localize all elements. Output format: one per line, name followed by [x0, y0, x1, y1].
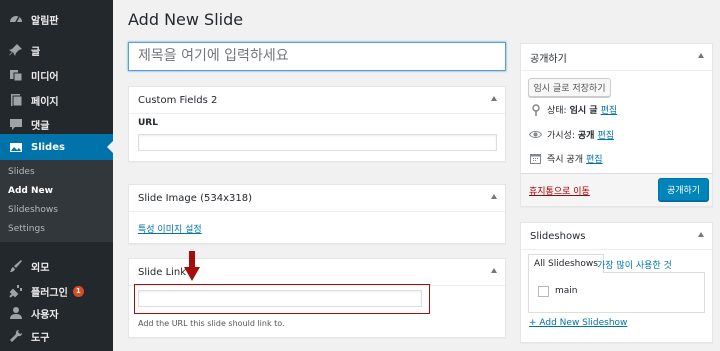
user-icon [7, 304, 25, 322]
publish-header[interactable]: 공개하기 [521, 44, 712, 71]
submenu-add-new[interactable]: Add New [8, 186, 53, 196]
slideshow-checkbox-main[interactable] [538, 286, 549, 297]
pin-icon [7, 41, 25, 59]
add-new-slideshow-link[interactable]: + Add New Slideshow [529, 318, 627, 328]
menu-label: 미디어 [31, 71, 59, 83]
title-input[interactable]: 제목을 여기에 입력하세요 [128, 42, 506, 71]
slide-image-box: Slide Image (534x318) 특성 이미지 설정 [128, 184, 506, 244]
menu-slides[interactable]: Slides [0, 134, 113, 160]
update-count-badge: 1 [72, 285, 84, 297]
page-icon [7, 91, 25, 109]
box-title: Slide Link [138, 266, 187, 278]
slides-submenu: Slides Add New Slideshows Settings [0, 160, 113, 242]
down-arrow-icon [184, 251, 200, 281]
schedule-row: 즉시 공개 편집 [529, 152, 603, 165]
slide-link-hint: Add the URL this slide should link to. [138, 319, 285, 328]
slides-icon [7, 138, 25, 156]
visibility-value: 공개 [577, 131, 595, 141]
publish-button[interactable]: 공개하기 [658, 178, 709, 201]
menu-media[interactable]: 미디어 [0, 62, 113, 88]
eye-icon [529, 128, 542, 141]
highlight-box [134, 284, 430, 314]
submenu-slides[interactable]: Slides [8, 167, 35, 177]
collapse-arrow-icon[interactable] [491, 268, 497, 273]
slideshows-header[interactable]: Slideshows [521, 223, 712, 250]
brush-icon [7, 257, 25, 275]
menu-dashboard[interactable]: 알림판 [0, 6, 113, 32]
visibility-edit-link[interactable]: 편집 [597, 128, 614, 141]
visibility-row: 가시성: 공개 편집 [529, 128, 614, 141]
collapse-arrow-icon[interactable] [698, 53, 704, 58]
custom-fields-header[interactable]: Custom Fields 2 [129, 87, 505, 114]
submenu-settings[interactable]: Settings [8, 224, 45, 234]
visibility-label: 가시성: [547, 131, 575, 141]
slide-image-header[interactable]: Slide Image (534x318) [129, 185, 505, 212]
collapse-arrow-icon[interactable] [698, 232, 704, 237]
status-edit-link[interactable]: 편집 [601, 103, 618, 116]
url-label: URL [138, 118, 158, 128]
menu-label: 글 [31, 46, 41, 58]
menu-label: 알림판 [31, 15, 59, 27]
menu-label: 플러그인 [31, 287, 68, 299]
slideshow-name-main: main [555, 286, 578, 296]
menu-label: 사용자 [31, 309, 59, 321]
set-featured-image-link[interactable]: 특성 이미지 설정 [138, 222, 202, 235]
wrench-icon [7, 327, 25, 345]
box-title: Slide Image (534x318) [138, 192, 252, 204]
collapse-arrow-icon[interactable] [491, 96, 497, 101]
menu-label: Slides [31, 141, 65, 153]
tab-all-slideshows[interactable]: All Slideshows [528, 254, 604, 273]
comment-icon [7, 115, 25, 133]
media-icon [7, 66, 25, 84]
menu-tools[interactable]: 도구 [0, 323, 113, 349]
move-to-trash-link[interactable]: 휴지통으로 이동 [529, 184, 590, 197]
menu-posts[interactable]: 글 [0, 37, 113, 63]
admin-sidebar: 알림판 글 미디어 페이지 댓글 Slides Slides Add New S… [0, 0, 113, 351]
menu-label: 댓글 [31, 120, 50, 132]
schedule-edit-link[interactable]: 편집 [586, 152, 603, 165]
status-value: 임시 글 [569, 106, 598, 116]
page-title: Add New Slide [128, 10, 244, 29]
calendar-icon [529, 152, 542, 165]
menu-label: 외모 [31, 262, 50, 274]
box-title: 공개하기 [530, 53, 567, 65]
custom-fields-box: Custom Fields 2 URL [128, 86, 506, 162]
plugin-icon [7, 282, 25, 300]
tab-most-used[interactable]: 가장 많이 사용한 것 [597, 258, 672, 271]
dashboard-icon [7, 10, 25, 28]
current-indicator [107, 141, 113, 153]
schedule-label: 즉시 공개 [547, 155, 583, 165]
menu-label: 페이지 [31, 96, 59, 108]
url-input[interactable] [138, 134, 497, 151]
menu-pages[interactable]: 페이지 [0, 87, 113, 113]
box-title: Custom Fields 2 [138, 94, 218, 106]
status-row: 상태: 임시 글 편집 [529, 103, 617, 116]
menu-label: 도구 [31, 332, 50, 344]
collapse-arrow-icon[interactable] [491, 194, 497, 199]
pin-icon [529, 103, 542, 116]
menu-appearance[interactable]: 외모 [0, 253, 113, 279]
box-title: Slideshows [530, 230, 586, 242]
submenu-slideshows[interactable]: Slideshows [8, 205, 58, 215]
save-draft-button[interactable]: 임시 글로 저장하기 [528, 78, 611, 97]
status-label: 상태: [547, 106, 567, 116]
